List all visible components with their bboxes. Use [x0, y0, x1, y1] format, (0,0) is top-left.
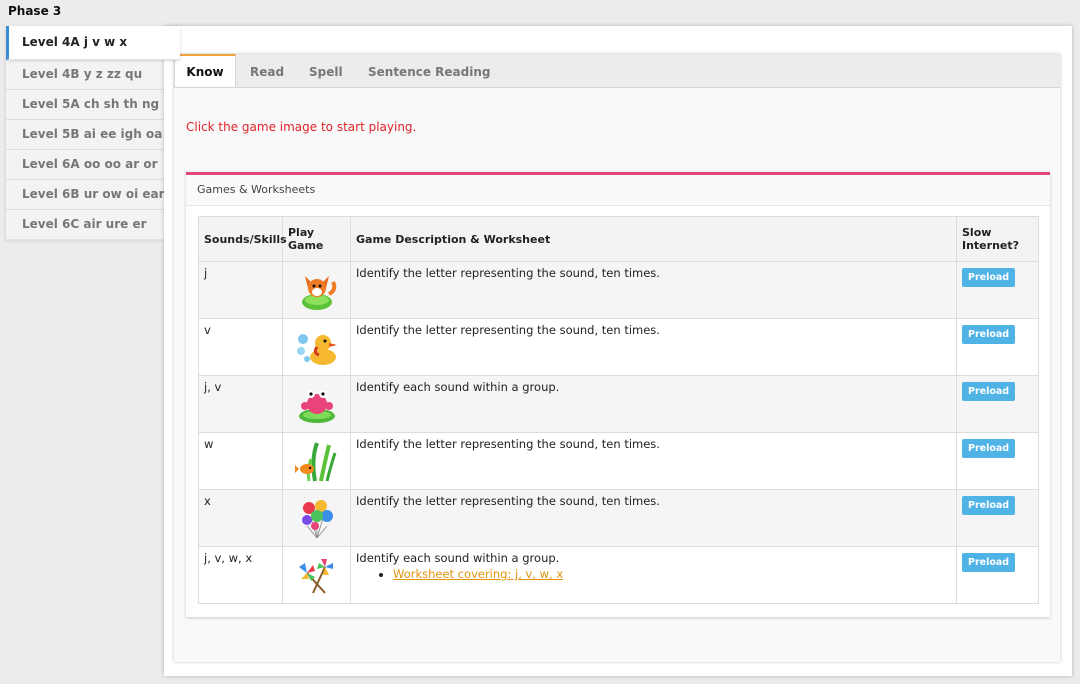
preload-button[interactable]: Preload: [962, 553, 1016, 572]
row-sounds: x: [198, 489, 283, 547]
preload-button[interactable]: Preload: [962, 439, 1016, 458]
frog-game-icon[interactable]: [295, 382, 339, 426]
balloons-game-icon[interactable]: [295, 496, 339, 540]
fish-weed-game-icon[interactable]: [294, 439, 339, 483]
slow-internet-cell: Preload: [956, 546, 1039, 604]
phase-title: Phase 3: [8, 4, 62, 18]
level-item-6a[interactable]: Level 6A oo oo ar or: [6, 150, 164, 180]
table-row: x Identify the letter representing the s…: [198, 489, 1039, 547]
table-row: v Identify the letter representing the s…: [198, 318, 1039, 376]
preload-button[interactable]: Preload: [962, 496, 1016, 515]
header-play-game: Play Game: [282, 216, 351, 262]
tab-spell[interactable]: Spell: [309, 54, 343, 87]
slow-internet-cell: Preload: [956, 432, 1039, 490]
header-play-line2: Game: [288, 239, 324, 252]
table-row: j, v Identify each sound within a group.…: [198, 375, 1039, 433]
row-description-cell: Identify each sound within a group. Work…: [350, 546, 957, 604]
level-item-6c[interactable]: Level 6C air ure er: [6, 210, 164, 240]
slow-internet-cell: Preload: [956, 489, 1039, 547]
level-item-4a[interactable]: Level 4A j v w x: [6, 26, 180, 60]
level-item-5a[interactable]: Level 5A ch sh th ng: [6, 90, 164, 120]
tab-know[interactable]: Know: [174, 54, 236, 87]
level-list: Level 4A j v w x Level 4B y z zz qu Leve…: [6, 26, 180, 240]
play-game-cell[interactable]: [282, 546, 351, 604]
panel-title: Games & Worksheets: [186, 175, 1050, 206]
header-sounds: Sounds/Skills: [198, 216, 287, 262]
header-play-line1: Play: [288, 226, 315, 239]
table-row: j Identify the letter representing the s…: [198, 261, 1039, 319]
tabs-container: Know Read Spell Sentence Reading Click t…: [174, 54, 1060, 662]
play-game-cell[interactable]: [282, 261, 351, 319]
windmills-game-icon[interactable]: [295, 553, 339, 597]
play-game-cell[interactable]: [282, 489, 351, 547]
slow-internet-cell: Preload: [956, 318, 1039, 376]
worksheet-list: Worksheet covering: j, v, w, x: [356, 567, 951, 581]
slow-internet-cell: Preload: [956, 375, 1039, 433]
worksheet-list-item: Worksheet covering: j, v, w, x: [393, 567, 951, 581]
row-description: Identify the letter representing the sou…: [350, 432, 957, 490]
level-item-4b[interactable]: Level 4B y z zz qu: [6, 60, 164, 90]
header-slow-internet: Slow Internet?: [956, 216, 1039, 262]
content-panel: Know Read Spell Sentence Reading Click t…: [164, 26, 1072, 676]
tab-content: Click the game image to start playing. G…: [174, 88, 1060, 662]
play-game-cell[interactable]: [282, 432, 351, 490]
preload-button[interactable]: Preload: [962, 382, 1016, 401]
table-row: w Identify the letter representing the s…: [198, 432, 1039, 490]
level-item-5b[interactable]: Level 5B ai ee igh oa: [6, 120, 164, 150]
row-description: Identify each sound within a group.: [350, 375, 957, 433]
row-description: Identify the letter representing the sou…: [350, 261, 957, 319]
header-description: Game Description & Worksheet: [350, 216, 957, 262]
games-worksheets-panel: Games & Worksheets Sounds/Skills Play Gam…: [186, 172, 1050, 617]
header-slow-line1: Slow: [962, 226, 992, 239]
tab-bar: Know Read Spell Sentence Reading: [174, 54, 1060, 88]
duck-game-icon[interactable]: [295, 325, 339, 369]
level-item-6b[interactable]: Level 6B ur ow oi ear: [6, 180, 165, 210]
slow-internet-cell: Preload: [956, 261, 1039, 319]
preload-button[interactable]: Preload: [962, 325, 1016, 344]
row-sounds: v: [198, 318, 283, 376]
row-sounds: j, v: [198, 375, 283, 433]
preload-button[interactable]: Preload: [962, 268, 1016, 287]
fox-game-icon[interactable]: [295, 268, 339, 312]
row-description: Identify each sound within a group.: [356, 551, 560, 565]
instruction-text: Click the game image to start playing.: [186, 120, 417, 134]
row-sounds: j: [198, 261, 283, 319]
table-row: j, v, w, x Identify each sound within a …: [198, 546, 1039, 604]
header-slow-line2: Internet?: [962, 239, 1019, 252]
tab-read[interactable]: Read: [250, 54, 284, 87]
play-game-cell[interactable]: [282, 375, 351, 433]
row-description: Identify the letter representing the sou…: [350, 318, 957, 376]
games-table: Sounds/Skills Play Game Game Description …: [198, 216, 1039, 604]
row-sounds: j, v, w, x: [198, 546, 283, 604]
worksheet-link[interactable]: Worksheet covering: j, v, w, x: [393, 567, 563, 581]
play-game-cell[interactable]: [282, 318, 351, 376]
row-description: Identify the letter representing the sou…: [350, 489, 957, 547]
tab-sentence-reading[interactable]: Sentence Reading: [368, 54, 490, 87]
table-header-row: Sounds/Skills Play Game Game Description …: [198, 216, 1039, 262]
row-sounds: w: [198, 432, 283, 490]
